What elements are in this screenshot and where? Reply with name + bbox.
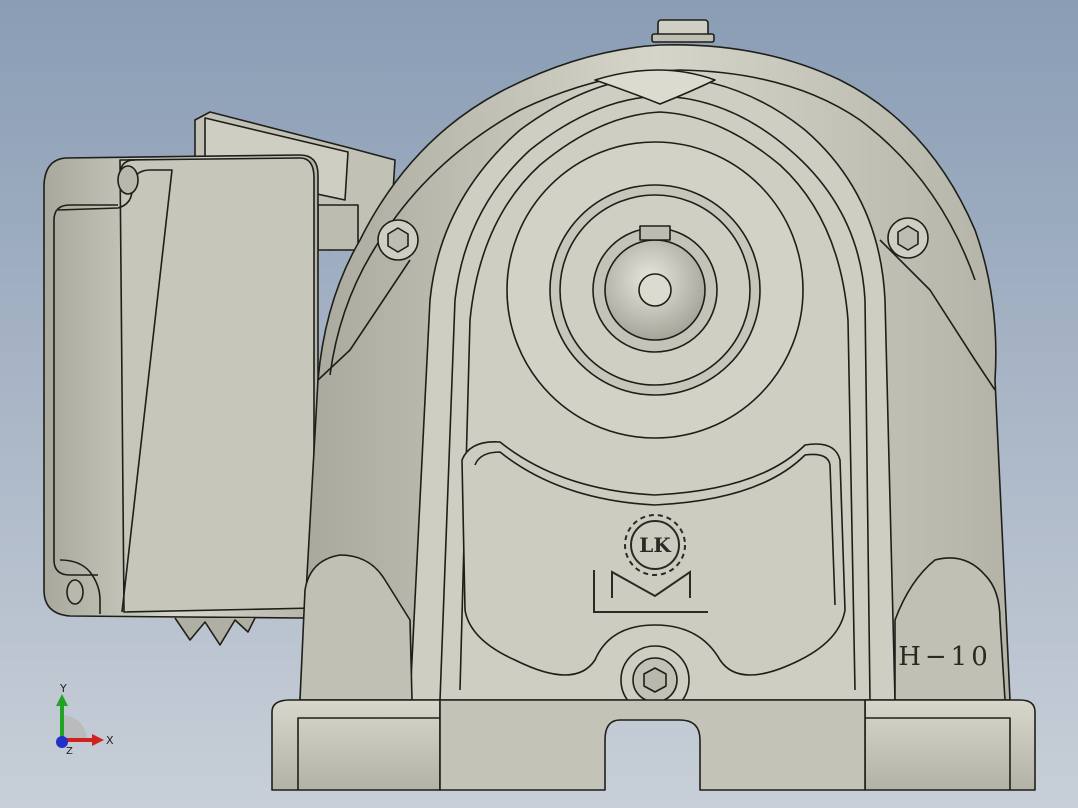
z-axis-label: Z: [66, 746, 73, 757]
3d-viewport[interactable]: LK H−10 Y X Z: [0, 0, 1078, 808]
part-label: H−10: [898, 642, 992, 672]
mounting-foot-left: [271, 699, 441, 791]
logo-text: LK: [639, 533, 671, 557]
orientation-triad[interactable]: Y X Z: [40, 680, 130, 760]
y-axis-label: Y: [59, 682, 67, 695]
terminal-box: [43, 154, 319, 646]
gear-housing: [299, 19, 1011, 715]
base-center: [439, 699, 866, 791]
x-axis-label: X: [106, 734, 114, 747]
y-axis-arrowhead: [56, 694, 68, 706]
mounting-foot-right: [864, 699, 1036, 791]
triad-quadrant: [62, 715, 87, 740]
gear-motor-model[interactable]: LK H−10: [0, 0, 1078, 808]
x-axis-arrowhead: [92, 734, 104, 746]
